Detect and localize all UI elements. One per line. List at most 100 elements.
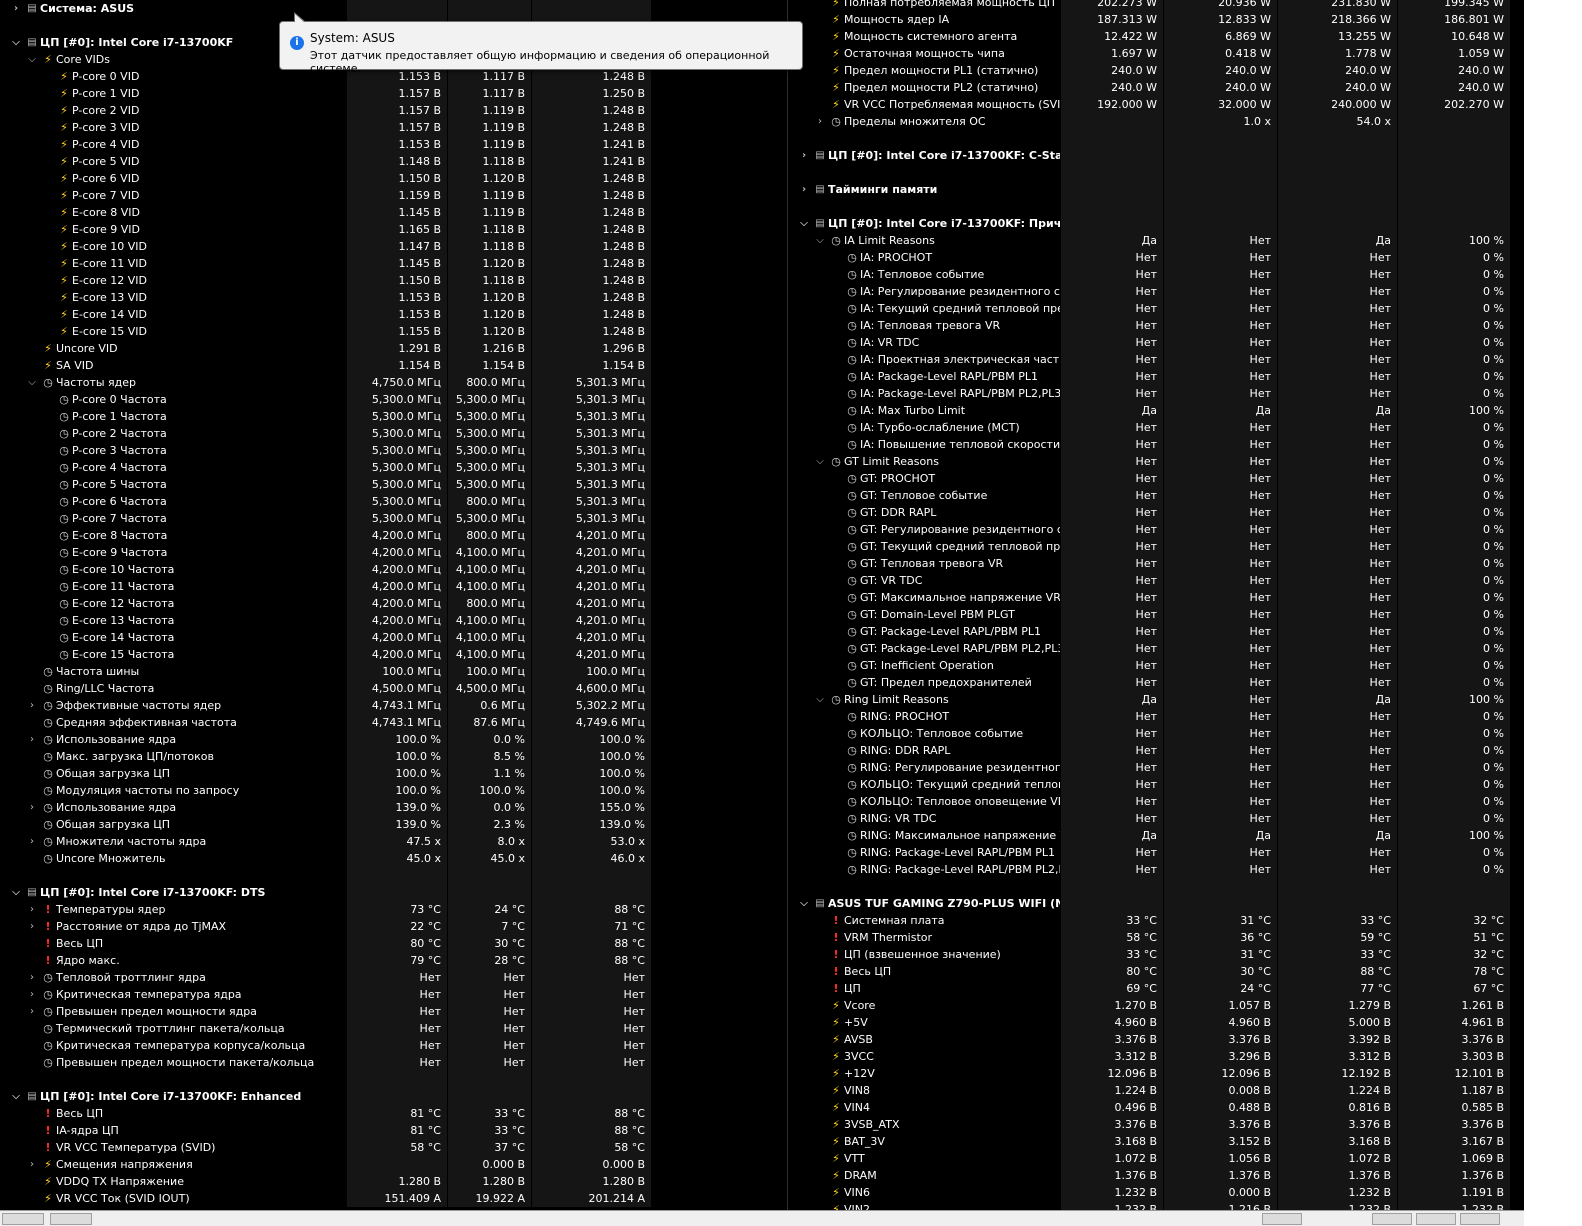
sensor-row[interactable]: ⚡ E-core 9 VID 1.165 В 1.118 В 1.248 В (0, 221, 658, 238)
expand-chevron-icon[interactable]: › (814, 113, 826, 130)
sensor-row[interactable]: ◷ P-core 0 Частота 5,300.0 МГц 5,300.0 МГц 5… (0, 391, 658, 408)
sensor-row[interactable]: ⌵ ◷ GT Limit Reasons Нет Нет Нет 0 % (788, 453, 1524, 470)
sensor-row[interactable]: › ◷ Тепловой троттлинг ядра Нет Нет Нет (0, 969, 658, 986)
sensor-row[interactable]: ◷ RING: PROCHOT Нет Нет Нет 0 % (788, 708, 1524, 725)
sensor-row[interactable]: ◷ E-core 11 Частота 4,200.0 МГц 4,100.0 МГц… (0, 578, 658, 595)
sensor-row[interactable]: ◷КОЛЬЦО: Текущий средний тепловой пр...Н… (788, 776, 1524, 793)
sensor-group-header[interactable]: ⌵ ▤ЦП [#0]: Intel Core i7-13700KF: Причин… (788, 215, 1524, 232)
sensor-row[interactable]: ◷ Общая загрузка ЦП 100.0 % 1.1 % 100.0 % (0, 765, 658, 782)
sensor-row[interactable]: ◷ КОЛЬЦО: Тепловое событие Нет Нет Нет 0 % (788, 725, 1524, 742)
collapse-chevron-icon[interactable]: ⌵ (798, 895, 810, 912)
status-button-right-3[interactable] (1416, 1213, 1456, 1225)
sensor-row[interactable]: ! ЦП 69 °C 24 °C 77 °C 67 °C (788, 980, 1524, 997)
sensor-row[interactable]: ⚡ P-core 5 VID 1.148 В 1.118 В 1.241 В (0, 153, 658, 170)
sensor-group-header[interactable]: › ▤ЦП [#0]: Intel Core i7-13700KF: C-Stat… (788, 147, 1524, 164)
sensor-row[interactable]: ⚡ Мощность ядер IA 187.313 W 12.833 W 218.36… (788, 11, 1524, 28)
expand-chevron-icon[interactable]: › (26, 1003, 38, 1020)
sensor-row[interactable]: ⚡ E-core 11 VID 1.145 В 1.120 В 1.248 В (0, 255, 658, 272)
sensor-row[interactable]: ◷ Превышен предел мощности пакета/кольца Н… (0, 1054, 658, 1071)
expand-chevron-icon[interactable]: › (798, 147, 810, 164)
sensor-row[interactable]: ⚡ VDDQ TX Напряжение 1.280 В 1.280 В 1.280 В (0, 1173, 658, 1190)
sensor-row[interactable]: ◷ E-core 8 Частота 4,200.0 МГц 800.0 МГц 4,2… (0, 527, 658, 544)
sensor-row[interactable]: ◷ RING: Package-Level RAPL/PBM PL2,PL3 Нет… (788, 861, 1524, 878)
sensor-row[interactable]: ⚡ P-core 6 VID 1.150 В 1.120 В 1.248 В (0, 170, 658, 187)
sensor-row[interactable]: ◷ Uncore Множитель 45.0 x 45.0 x 46.0 x (0, 850, 658, 867)
sensor-row[interactable]: ◷ E-core 12 Частота 4,200.0 МГц 800.0 МГц 4,… (0, 595, 658, 612)
sensor-row[interactable]: ⚡ E-core 15 VID 1.155 В 1.120 В 1.248 В (0, 323, 658, 340)
sensor-row[interactable]: ⚡ VIN8 1.224 В 0.008 В 1.224 В 1.187 В (788, 1082, 1524, 1099)
right-sensor-panel[interactable]: ⚡ Полная потребляемая мощность ЦП 202.273 … (788, 0, 1524, 1210)
status-button-left-2[interactable] (50, 1213, 92, 1225)
sensor-row[interactable]: ! Системная плата 33 °C 31 °C 33 °C 32 °C (788, 912, 1524, 929)
sensor-row[interactable]: ⌵ ◷ Частоты ядер 4,750.0 МГц 800.0 МГц 5,301.… (0, 374, 658, 391)
sensor-row[interactable]: ◷ Частота шины 100.0 МГц 100.0 МГц 100.0 МГц (0, 663, 658, 680)
expand-chevron-icon[interactable]: › (26, 1156, 38, 1173)
collapse-chevron-icon[interactable]: ⌵ (26, 374, 38, 391)
sensor-row[interactable]: ◷ E-core 13 Частота 4,200.0 МГц 4,100.0 МГц… (0, 612, 658, 629)
expand-chevron-icon[interactable]: › (26, 901, 38, 918)
sensor-row[interactable]: ⚡ VIN4 0.496 В 0.488 В 0.816 В 0.585 В (788, 1099, 1524, 1116)
sensor-row[interactable]: ⚡ E-core 14 VID 1.153 В 1.120 В 1.248 В (0, 306, 658, 323)
sensor-row[interactable]: ◷ RING: VR TDC Нет Нет Нет 0 % (788, 810, 1524, 827)
sensor-row[interactable]: ⚡ VIN2 1.232 В 1.216 В 1.232 В 1.232 В (788, 1201, 1524, 1210)
sensor-row[interactable]: › ⚡ Смещения напряжения 0.000 В 0.000 В (0, 1156, 658, 1173)
sensor-row[interactable]: ◷ P-core 5 Частота 5,300.0 МГц 5,300.0 МГц 5… (0, 476, 658, 493)
sensor-row[interactable]: ! Ядро макс. 79 °C 28 °C 88 °C (0, 952, 658, 969)
sensor-row[interactable]: › ◷ Пределы множителя OC 1.0 x 54.0 x (788, 113, 1524, 130)
sensor-row[interactable]: ◷GT: Текущий средний тепловой предел (..… (788, 538, 1524, 555)
sensor-row[interactable]: ⚡ E-core 8 VID 1.145 В 1.119 В 1.248 В (0, 204, 658, 221)
sensor-row[interactable]: ◷ IA: Повышение тепловой скорости Нет Нет Не… (788, 436, 1524, 453)
sensor-row[interactable]: ◷ IA: Тепловое событие Нет Нет Нет 0 % (788, 266, 1524, 283)
sensor-row[interactable]: ◷ E-core 10 Частота 4,200.0 МГц 4,100.0 МГц… (0, 561, 658, 578)
status-button-right[interactable] (1262, 1213, 1302, 1225)
sensor-row[interactable]: ◷ E-core 9 Частота 4,200.0 МГц 4,100.0 МГц 4… (0, 544, 658, 561)
sensor-row[interactable]: ◷ Критическая температура корпуса/кольца Н… (0, 1037, 658, 1054)
collapse-chevron-icon[interactable]: ⌵ (814, 691, 826, 708)
sensor-row[interactable]: ⚡ P-core 1 VID 1.157 В 1.117 В 1.250 В (0, 85, 658, 102)
sensor-row[interactable]: ◷ E-core 14 Частота 4,200.0 МГц 4,100.0 МГц… (0, 629, 658, 646)
expand-chevron-icon[interactable]: › (26, 731, 38, 748)
sensor-row[interactable]: › ◷ Использование ядра 139.0 % 0.0 % 155.0 % (0, 799, 658, 816)
sensor-row[interactable]: ›! Расстояние от ядра до TjMAX 22 °C 7 °C 71… (0, 918, 658, 935)
sensor-row[interactable]: ⚡ P-core 3 VID 1.157 В 1.119 В 1.248 В (0, 119, 658, 136)
sensor-row[interactable]: ◷ GT: PROCHOT Нет Нет Нет 0 % (788, 470, 1524, 487)
sensor-row[interactable]: ⚡ BAT_3V 3.168 В 3.152 В 3.168 В 3.167 В (788, 1133, 1524, 1150)
collapse-chevron-icon[interactable]: ⌵ (814, 232, 826, 249)
collapse-chevron-icon[interactable]: ⌵ (26, 51, 38, 68)
sensor-row[interactable]: ⚡ P-core 4 VID 1.153 В 1.119 В 1.241 В (0, 136, 658, 153)
sensor-row[interactable]: ◷RING: Максимальное напряжение VR, IC...… (788, 827, 1524, 844)
sensor-row[interactable]: ◷ GT: Тепловое событие Нет Нет Нет 0 % (788, 487, 1524, 504)
sensor-row[interactable]: ◷ Модуляция частоты по запросу 100.0 % 100.… (0, 782, 658, 799)
collapse-chevron-icon[interactable]: ⌵ (814, 453, 826, 470)
sensor-row[interactable]: ⚡ E-core 13 VID 1.153 В 1.120 В 1.248 В (0, 289, 658, 306)
collapse-chevron-icon[interactable]: ⌵ (10, 34, 22, 51)
sensor-row[interactable]: ◷ IA: Package-Level RAPL/PBM PL2,PL3 Нет Не… (788, 385, 1524, 402)
sensor-row[interactable]: ◷ GT: Тепловая тревога VR Нет Нет Нет 0 % (788, 555, 1524, 572)
sensor-row[interactable]: ◷ RING: Package-Level RAPL/PBM PL1 Нет Нет Н… (788, 844, 1524, 861)
sensor-row[interactable]: ◷ GT: Domain-Level PBM PLGT Нет Нет Нет 0 % (788, 606, 1524, 623)
sensor-row[interactable]: ⚡ Vcore 1.270 В 1.057 В 1.279 В 1.261 В (788, 997, 1524, 1014)
sensor-row[interactable]: ⚡ VR VCC Ток (SVID IOUT) 151.409 A 19.922 A… (0, 1190, 658, 1207)
sensor-row[interactable]: ⚡ P-core 2 VID 1.157 В 1.119 В 1.248 В (0, 102, 658, 119)
left-sensor-panel[interactable]: › ▤ Система: ASUS ⌵ ▤ ЦП [#0]: Intel Core i7-… (0, 0, 658, 1210)
sensor-row[interactable]: ◷ Макс. загрузка ЦП/потоков 100.0 % 8.5 % 10… (0, 748, 658, 765)
sensor-row[interactable]: ⚡ Остаточная мощность чипа 1.697 W 0.418 W1… (788, 45, 1524, 62)
expand-chevron-icon[interactable]: › (10, 0, 22, 17)
expand-chevron-icon[interactable]: › (26, 986, 38, 1003)
sensor-row[interactable]: ⚡ VR VCC Потребляемая мощность (SVID POUT… (788, 96, 1524, 113)
sensor-row[interactable]: ⚡ 3VSB_ATX 3.376 В 3.376 В 3.376 В 3.376 В (788, 1116, 1524, 1133)
sensor-row[interactable]: › ◷ Критическая температура ядра Нет Нет Нет (0, 986, 658, 1003)
sensor-row[interactable]: ◷ P-core 3 Частота 5,300.0 МГц 5,300.0 МГц 5… (0, 442, 658, 459)
sensor-row[interactable]: ◷GT: Максимальное напряжение VR, ICCm...… (788, 589, 1524, 606)
sensor-row[interactable]: ! Весь ЦП 80 °C 30 °C 88 °C (0, 935, 658, 952)
sensor-row[interactable]: ! VR VCC Температура (SVID) 58 °C 37 °C 58 °… (0, 1139, 658, 1156)
sensor-group-header[interactable]: › ▤ Система: ASUS (0, 0, 658, 17)
sensor-row[interactable]: › ◷ Множители частоты ядра 47.5 x 8.0 x 53.0 … (0, 833, 658, 850)
sensor-row[interactable]: ⚡ DRAM 1.376 В 1.376 В 1.376 В 1.376 В (788, 1167, 1524, 1184)
collapse-chevron-icon[interactable]: ⌵ (10, 1088, 22, 1105)
sensor-row[interactable]: ⚡ Мощность системного агента 12.422 W 6.869… (788, 28, 1524, 45)
sensor-row[interactable]: ⚡ E-core 10 VID 1.147 В 1.118 В 1.248 В (0, 238, 658, 255)
sensor-row[interactable]: ! Весь ЦП 81 °C 33 °C 88 °C (0, 1105, 658, 1122)
sensor-row[interactable]: ◷IA: Регулирование резидентного состоя..… (788, 283, 1524, 300)
sensor-row[interactable]: ◷ GT: DDR RAPL Нет Нет Нет 0 % (788, 504, 1524, 521)
